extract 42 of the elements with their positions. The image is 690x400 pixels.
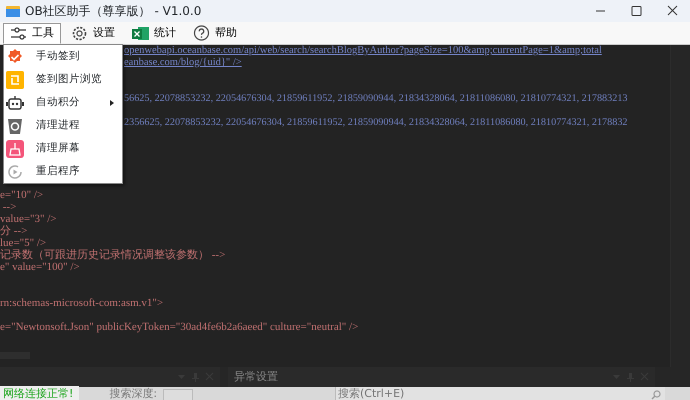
swap-arrows-icon bbox=[6, 70, 24, 88]
code-line: e="10" /> bbox=[0, 189, 44, 201]
sliders-icon bbox=[10, 25, 27, 42]
depth-label: 搜索深度: bbox=[109, 386, 158, 400]
menu-tab[interactable]: 工具 bbox=[3, 23, 61, 44]
help-icon bbox=[193, 25, 210, 42]
code-link[interactable]: eanbase.com/blog/{uid}" /> bbox=[124, 57, 242, 69]
code-line: value="3" /> bbox=[0, 213, 57, 225]
robot-icon bbox=[6, 94, 24, 112]
search-icon bbox=[651, 390, 661, 400]
depth-combobox[interactable] bbox=[163, 388, 194, 400]
code-line: rn:schemas-microsoft-com:asm.v1"> bbox=[0, 297, 164, 309]
panel-title: 异常设置 bbox=[234, 368, 278, 385]
close-icon[interactable] bbox=[666, 5, 679, 17]
code-line: 56625, 22078853232, 22054676304, 21859611952, 21859090944, 21834328064, 21811086080, 21810774321, 217883213 bbox=[124, 93, 628, 105]
restart-icon bbox=[6, 162, 24, 180]
status-message: 网络连接正常! bbox=[0, 386, 80, 400]
menu-item[interactable]: 重启程序 bbox=[4, 160, 122, 183]
menu-item[interactable]: 清理进程 bbox=[4, 114, 122, 137]
code-link[interactable]: openwebapi.oceanbase.com/api/web/search/searchBlogByAuthor?pageSize=100&amp;currentPage=1&amp;total bbox=[124, 45, 602, 57]
menu-item[interactable]: 清理屏幕 bbox=[4, 137, 122, 160]
menu-item[interactable]: 自动积分 bbox=[4, 91, 122, 114]
code-line: 分 --> bbox=[0, 225, 28, 237]
window-title: OB社区助手（尊享版） - V1.0.0 bbox=[25, 3, 202, 20]
code-line: 记录数（可跟进历史记录情况调整该参数） --> bbox=[0, 249, 226, 261]
settings-icon bbox=[71, 25, 88, 42]
menu-tab[interactable]: 设置 bbox=[64, 23, 122, 44]
menu-item[interactable]: 签到图片浏览 bbox=[4, 68, 122, 91]
menu-item[interactable]: 手动签到 bbox=[4, 45, 122, 68]
menu-tab[interactable]: 统计 bbox=[125, 23, 183, 44]
code-line: 2356625, 22078853232, 22054676304, 21859611952, 21859090944, 21834328064, 21811086080, 21810774321, 2178832 bbox=[124, 117, 628, 129]
code-line: lue="5" /> bbox=[0, 237, 46, 249]
folder-icon bbox=[6, 5, 20, 17]
trash-refresh-icon bbox=[6, 116, 24, 134]
maximize-icon[interactable] bbox=[630, 5, 643, 17]
code-line: --> bbox=[2, 201, 16, 213]
broom-icon bbox=[6, 140, 24, 158]
spreadsheet-icon bbox=[132, 25, 149, 42]
badge-check-icon bbox=[6, 48, 24, 66]
code-line: e" value="100" /> bbox=[0, 261, 80, 273]
code-line: e="Newtonsoft.Json" publicKeyToken="30ad4fe6b2a6aeed" culture="neutral" /> bbox=[0, 321, 358, 333]
menu-tab[interactable]: 帮助 bbox=[186, 23, 244, 44]
